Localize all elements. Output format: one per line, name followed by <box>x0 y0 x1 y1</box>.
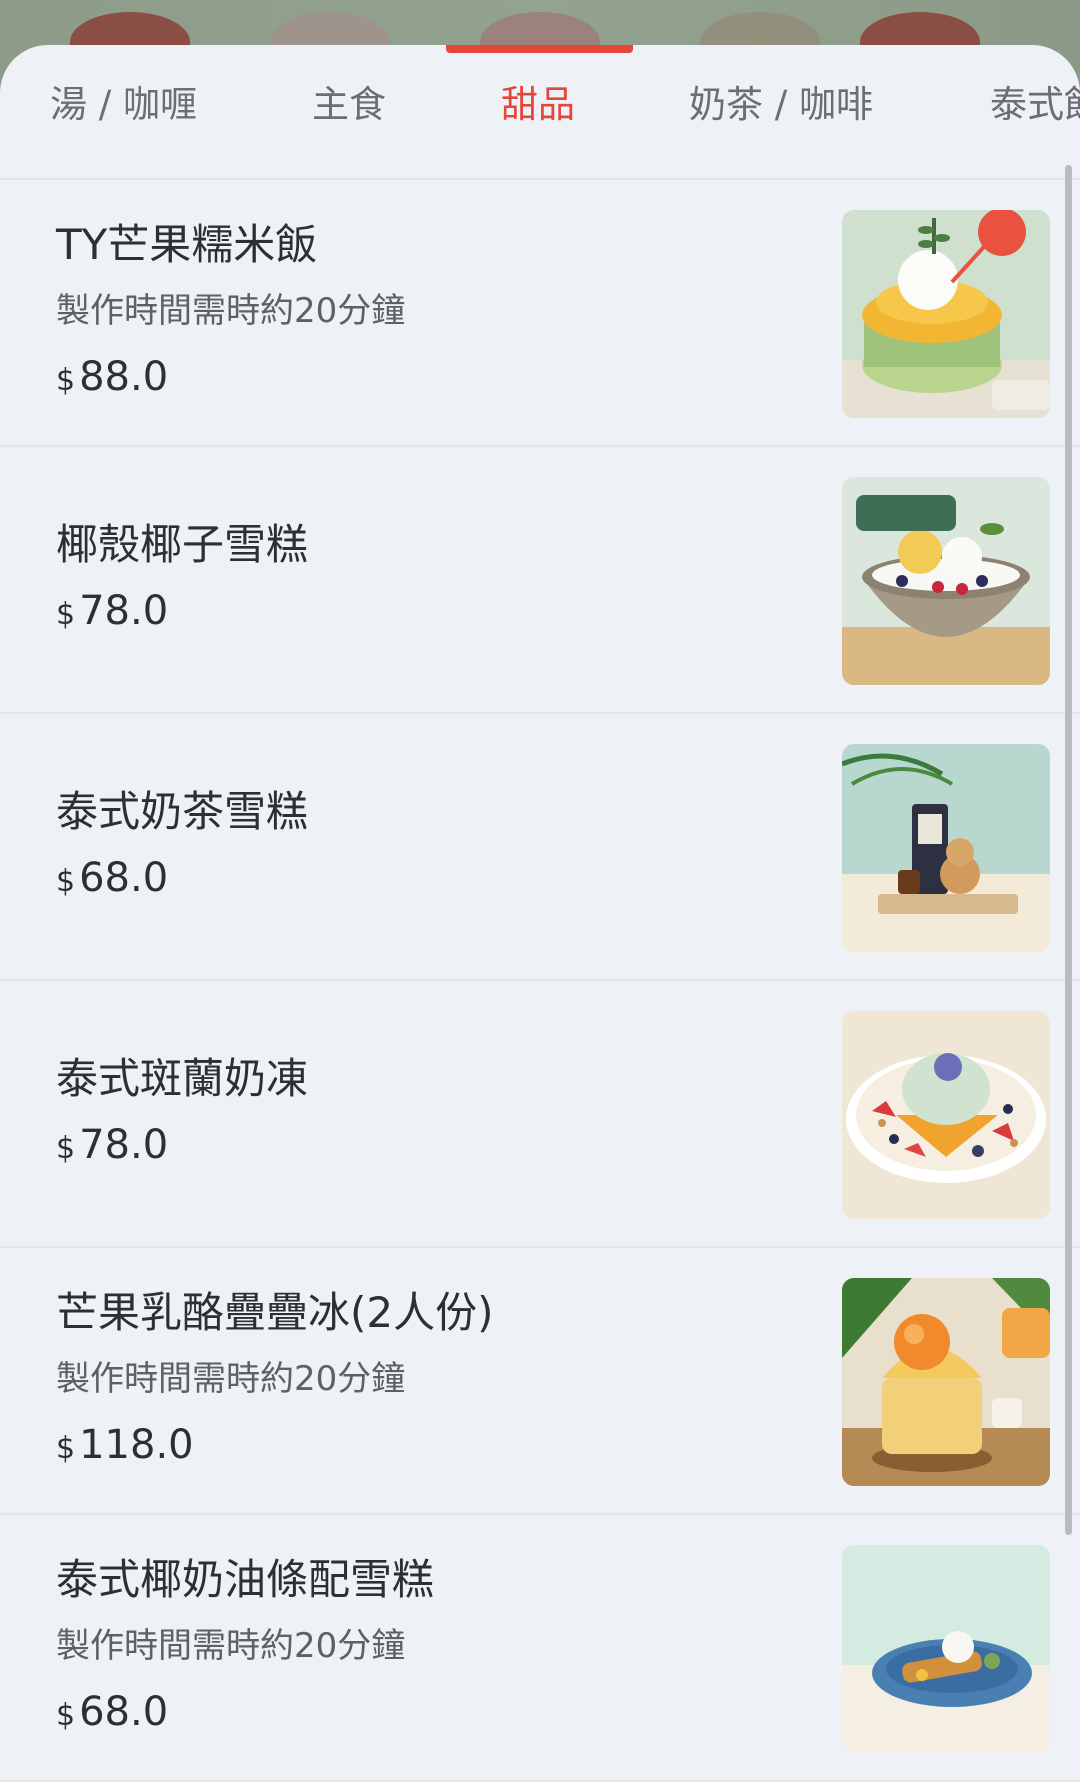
menu-item-text: 芒果乳酪疊疊冰(2人份) 製作時間需時約20分鐘 $118.0 <box>56 1248 820 1513</box>
tab-thai-drinks[interactable]: 泰式飲 <box>990 45 1080 178</box>
menu-item-photo[interactable] <box>842 210 1050 418</box>
menu-item-prep-note: 製作時間需時約20分鐘 <box>56 290 406 331</box>
tab-desserts[interactable]: 甜品 <box>501 45 575 178</box>
menu-item-price-value: 78.0 <box>79 587 169 634</box>
menu-item-text: TY芒果糯米飯 製作時間需時約20分鐘 $88.0 <box>56 180 820 445</box>
currency-symbol: $ <box>56 1697 76 1733</box>
menu-item-name: 芒果乳酪疊疊冰(2人份) <box>56 1287 494 1337</box>
menu-item-list: TY芒果糯米飯 製作時間需時約20分鐘 $88.0 椰殼椰子雪糕 $ 78.0 … <box>0 180 1080 1782</box>
menu-item-price-value: 118.0 <box>79 1421 194 1468</box>
menu-item[interactable]: 泰式奶茶雪糕 $68.0 <box>0 714 1080 981</box>
tab-milk-tea-coffee[interactable]: 奶茶 / 咖啡 <box>689 45 873 178</box>
menu-item[interactable]: 芒果乳酪疊疊冰(2人份) 製作時間需時約20分鐘 $118.0 <box>0 1248 1080 1515</box>
menu-item-price: $78.0 <box>56 581 820 645</box>
category-tabs: 湯 / 咖喱 主食 甜品 奶茶 / 咖啡 泰式飲 <box>0 45 1080 180</box>
currency-symbol: $ <box>56 596 76 632</box>
menu-item-price: $88.0 <box>56 347 820 411</box>
menu-item-photo[interactable] <box>842 744 1050 952</box>
currency-symbol: $ <box>56 362 76 398</box>
menu-item-prep-note: 製作時間需時約20分鐘 <box>56 1358 406 1399</box>
menu-item[interactable]: 椰殼椰子雪糕 $78.0 <box>0 447 1080 714</box>
menu-item-photo[interactable] <box>842 1011 1050 1219</box>
menu-item-price-value: 68.0 <box>79 1688 169 1735</box>
currency-symbol: $ <box>56 1130 76 1166</box>
currency-symbol: $ <box>56 1430 76 1466</box>
menu-item-price: $118.0 <box>56 1415 820 1479</box>
menu-item-name: 泰式椰奶油條配雪糕 <box>56 1554 435 1604</box>
menu-item-price: $68.0 <box>56 848 820 912</box>
tab-soup-curry[interactable]: 湯 / 咖喱 <box>50 45 197 178</box>
menu-sheet: 湯 / 咖喱 主食 甜品 奶茶 / 咖啡 泰式飲 TY芒果糯米飯 製作時間需時約… <box>0 45 1080 1782</box>
menu-item[interactable]: 泰式斑蘭奶凍 $78.0 <box>0 981 1080 1248</box>
menu-item-name: 椰殼椰子雪糕 <box>56 519 309 569</box>
menu-item-price-value: 68.0 <box>79 854 169 901</box>
currency-symbol: $ <box>56 863 76 899</box>
menu-item-price-value: 88.0 <box>79 353 169 400</box>
menu-item-text: 泰式斑蘭奶凍 $78.0 <box>56 981 820 1246</box>
menu-item-price: $68.0 <box>56 1682 820 1746</box>
menu-item-text: 泰式奶茶雪糕 $68.0 <box>56 714 820 979</box>
menu-item-photo[interactable] <box>842 477 1050 685</box>
menu-item-name: 泰式斑蘭奶凍 <box>56 1053 309 1103</box>
menu-item-prep-note: 製作時間需時約20分鐘 <box>56 1625 406 1666</box>
tab-main-dishes[interactable]: 主食 <box>312 45 386 178</box>
menu-item-price-value: 78.0 <box>79 1121 169 1168</box>
menu-item-name: 泰式奶茶雪糕 <box>56 786 309 836</box>
menu-item-text: 泰式椰奶油條配雪糕 製作時間需時約20分鐘 $68.0 <box>56 1515 820 1780</box>
menu-item-photo[interactable] <box>842 1545 1050 1753</box>
menu-item-price: $78.0 <box>56 1115 820 1179</box>
menu-item-text: 椰殼椰子雪糕 $78.0 <box>56 447 820 712</box>
list-scrollbar[interactable] <box>1065 165 1072 1535</box>
menu-item-name: TY芒果糯米飯 <box>56 219 318 269</box>
menu-item[interactable]: TY芒果糯米飯 製作時間需時約20分鐘 $88.0 <box>0 180 1080 447</box>
menu-item-photo[interactable] <box>842 1278 1050 1486</box>
menu-item[interactable]: 泰式椰奶油條配雪糕 製作時間需時約20分鐘 $68.0 <box>0 1515 1080 1782</box>
